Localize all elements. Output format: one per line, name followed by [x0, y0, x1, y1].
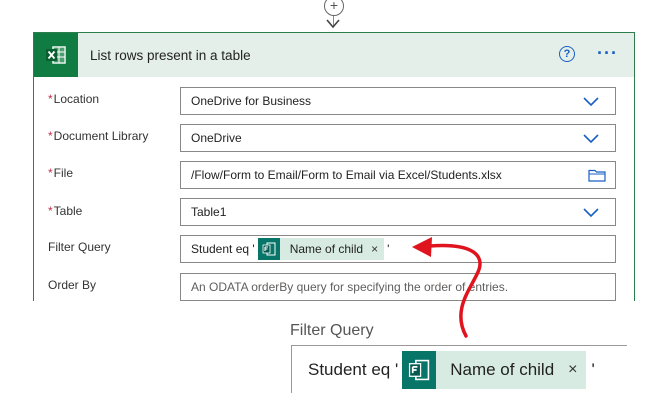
filter-prefix: Student eq ': [191, 242, 255, 256]
table-value: Table1: [191, 205, 227, 219]
close-icon: ×: [568, 360, 578, 378]
file-input[interactable]: /Flow/Form to Email/Form to Email via Ex…: [180, 161, 616, 189]
chevron-down-icon: [583, 134, 599, 144]
more-icon[interactable]: ···: [597, 43, 618, 64]
excel-icon: [34, 33, 78, 77]
forms-icon: [257, 238, 280, 260]
zoom-token-label: Name of child: [450, 359, 555, 379]
zoom-filter-suffix: ': [591, 359, 595, 379]
library-dropdown[interactable]: OneDrive: [180, 124, 616, 152]
filter-query-input[interactable]: Student eq ' Name of child × ': [180, 235, 616, 263]
library-label: *Document Library: [48, 129, 149, 143]
file-value: /Flow/Form to Email/Form to Email via Ex…: [191, 168, 502, 182]
order-by-input[interactable]: An ODATA orderBy query for specifying th…: [180, 273, 616, 301]
library-value: OneDrive: [191, 131, 242, 145]
location-dropdown[interactable]: OneDrive for Business: [180, 87, 616, 115]
order-by-placeholder: An ODATA orderBy query for specifying th…: [191, 280, 509, 294]
folder-icon[interactable]: [588, 169, 606, 182]
zoom-filter-prefix: Student eq ': [308, 359, 399, 379]
filter-query-label: Filter Query: [48, 240, 111, 254]
table-label: *Table: [48, 204, 83, 218]
card-title: List rows present in a table: [90, 47, 251, 63]
action-card: List rows present in a table ? ··· *Loca…: [33, 32, 635, 301]
filter-suffix: ': [387, 242, 390, 256]
help-icon[interactable]: ?: [559, 46, 575, 62]
forms-icon: [402, 350, 437, 389]
action-card-header[interactable]: List rows present in a table ? ···: [34, 33, 634, 77]
close-icon[interactable]: ×: [371, 242, 378, 256]
order-by-label: Order By: [48, 278, 97, 292]
zoom-filter-query-label: Filter Query: [290, 322, 374, 339]
zoom-filter-query-input: Student eq ' Name of child × ': [291, 345, 627, 393]
table-dropdown[interactable]: Table1: [180, 198, 616, 226]
arrow-down-icon: [326, 19, 340, 29]
file-label: *File: [48, 166, 74, 180]
token-label: Name of child: [289, 242, 364, 256]
location-value: OneDrive for Business: [191, 94, 312, 108]
zoom-dynamic-content-token: Name of child ×: [402, 350, 586, 389]
location-label: *Location: [48, 92, 100, 106]
chevron-down-icon: [583, 97, 599, 107]
dynamic-content-token[interactable]: Name of child ×: [257, 238, 385, 260]
chevron-down-icon: [583, 208, 599, 218]
